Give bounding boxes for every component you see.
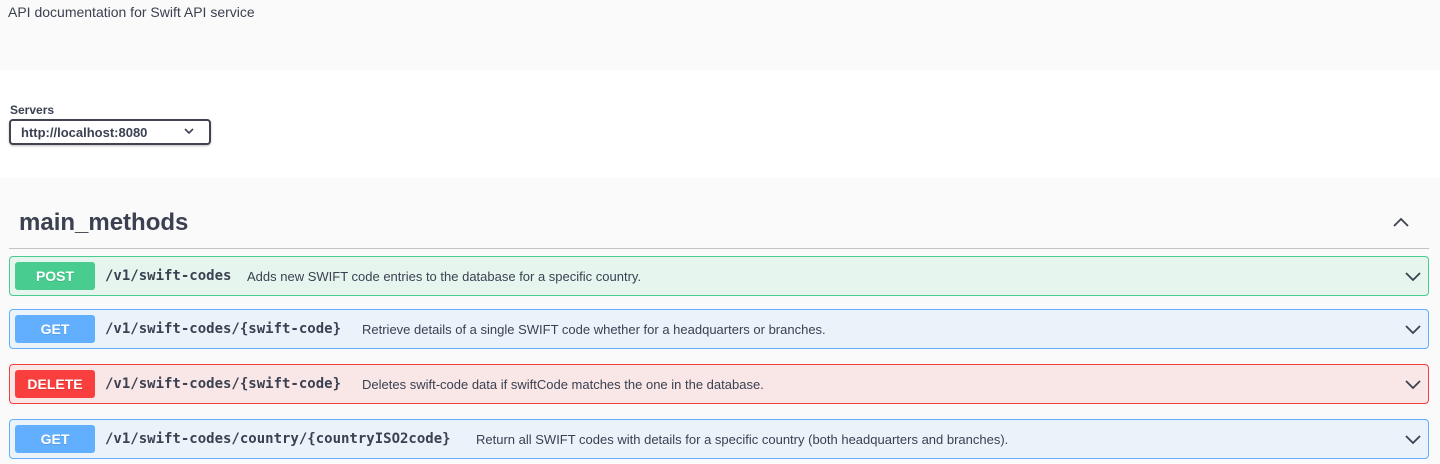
server-select[interactable]: http://localhost:8080 — [9, 119, 211, 145]
operation-summary: Deletes swift-code data if swiftCode mat… — [362, 377, 764, 392]
operation-path: /v1/swift-codes/{swift-code} — [105, 376, 342, 392]
api-description: API documentation for Swift API service — [8, 4, 255, 20]
chevron-down-icon[interactable] — [1403, 374, 1423, 394]
method-badge: GET — [15, 315, 95, 343]
operation-summary: Adds new SWIFT code entries to the datab… — [247, 269, 642, 284]
servers-label: Servers — [10, 103, 55, 117]
operation-summary: Return all SWIFT codes with details for … — [476, 432, 1009, 447]
tag-title: main_methods — [19, 209, 189, 236]
chevron-down-icon[interactable] — [1403, 429, 1423, 449]
operation-path: /v1/swift-codes/{swift-code} — [105, 321, 342, 337]
method-badge: POST — [15, 262, 95, 290]
servers-section: Servers http://localhost:8080 — [0, 70, 1440, 178]
server-select-value: http://localhost:8080 — [21, 125, 148, 140]
chevron-up-icon[interactable] — [1391, 212, 1411, 232]
operation-post-swift-codes[interactable]: POST /v1/swift-codes Adds new SWIFT code… — [9, 256, 1429, 296]
tag-header-main-methods[interactable]: main_methods — [9, 196, 1429, 249]
operation-path: /v1/swift-codes/country/{countryISO2code… — [105, 431, 451, 447]
operation-delete-swift-code[interactable]: DELETE /v1/swift-codes/{swift-code} Dele… — [9, 364, 1429, 404]
operation-get-country-codes[interactable]: GET /v1/swift-codes/country/{countryISO2… — [9, 419, 1429, 459]
method-badge: GET — [15, 425, 95, 453]
info-section: API documentation for Swift API service — [0, 0, 1440, 70]
chevron-down-icon[interactable] — [1403, 266, 1423, 286]
method-badge: DELETE — [15, 370, 95, 398]
operation-get-swift-code[interactable]: GET /v1/swift-codes/{swift-code} Retriev… — [9, 309, 1429, 349]
chevron-down-icon[interactable] — [1403, 319, 1423, 339]
chevron-down-icon — [184, 128, 194, 135]
operation-path: /v1/swift-codes — [105, 268, 232, 284]
operation-summary: Retrieve details of a single SWIFT code … — [362, 322, 826, 337]
tag-section: main_methods POST /v1/swift-codes Adds n… — [0, 178, 1440, 464]
